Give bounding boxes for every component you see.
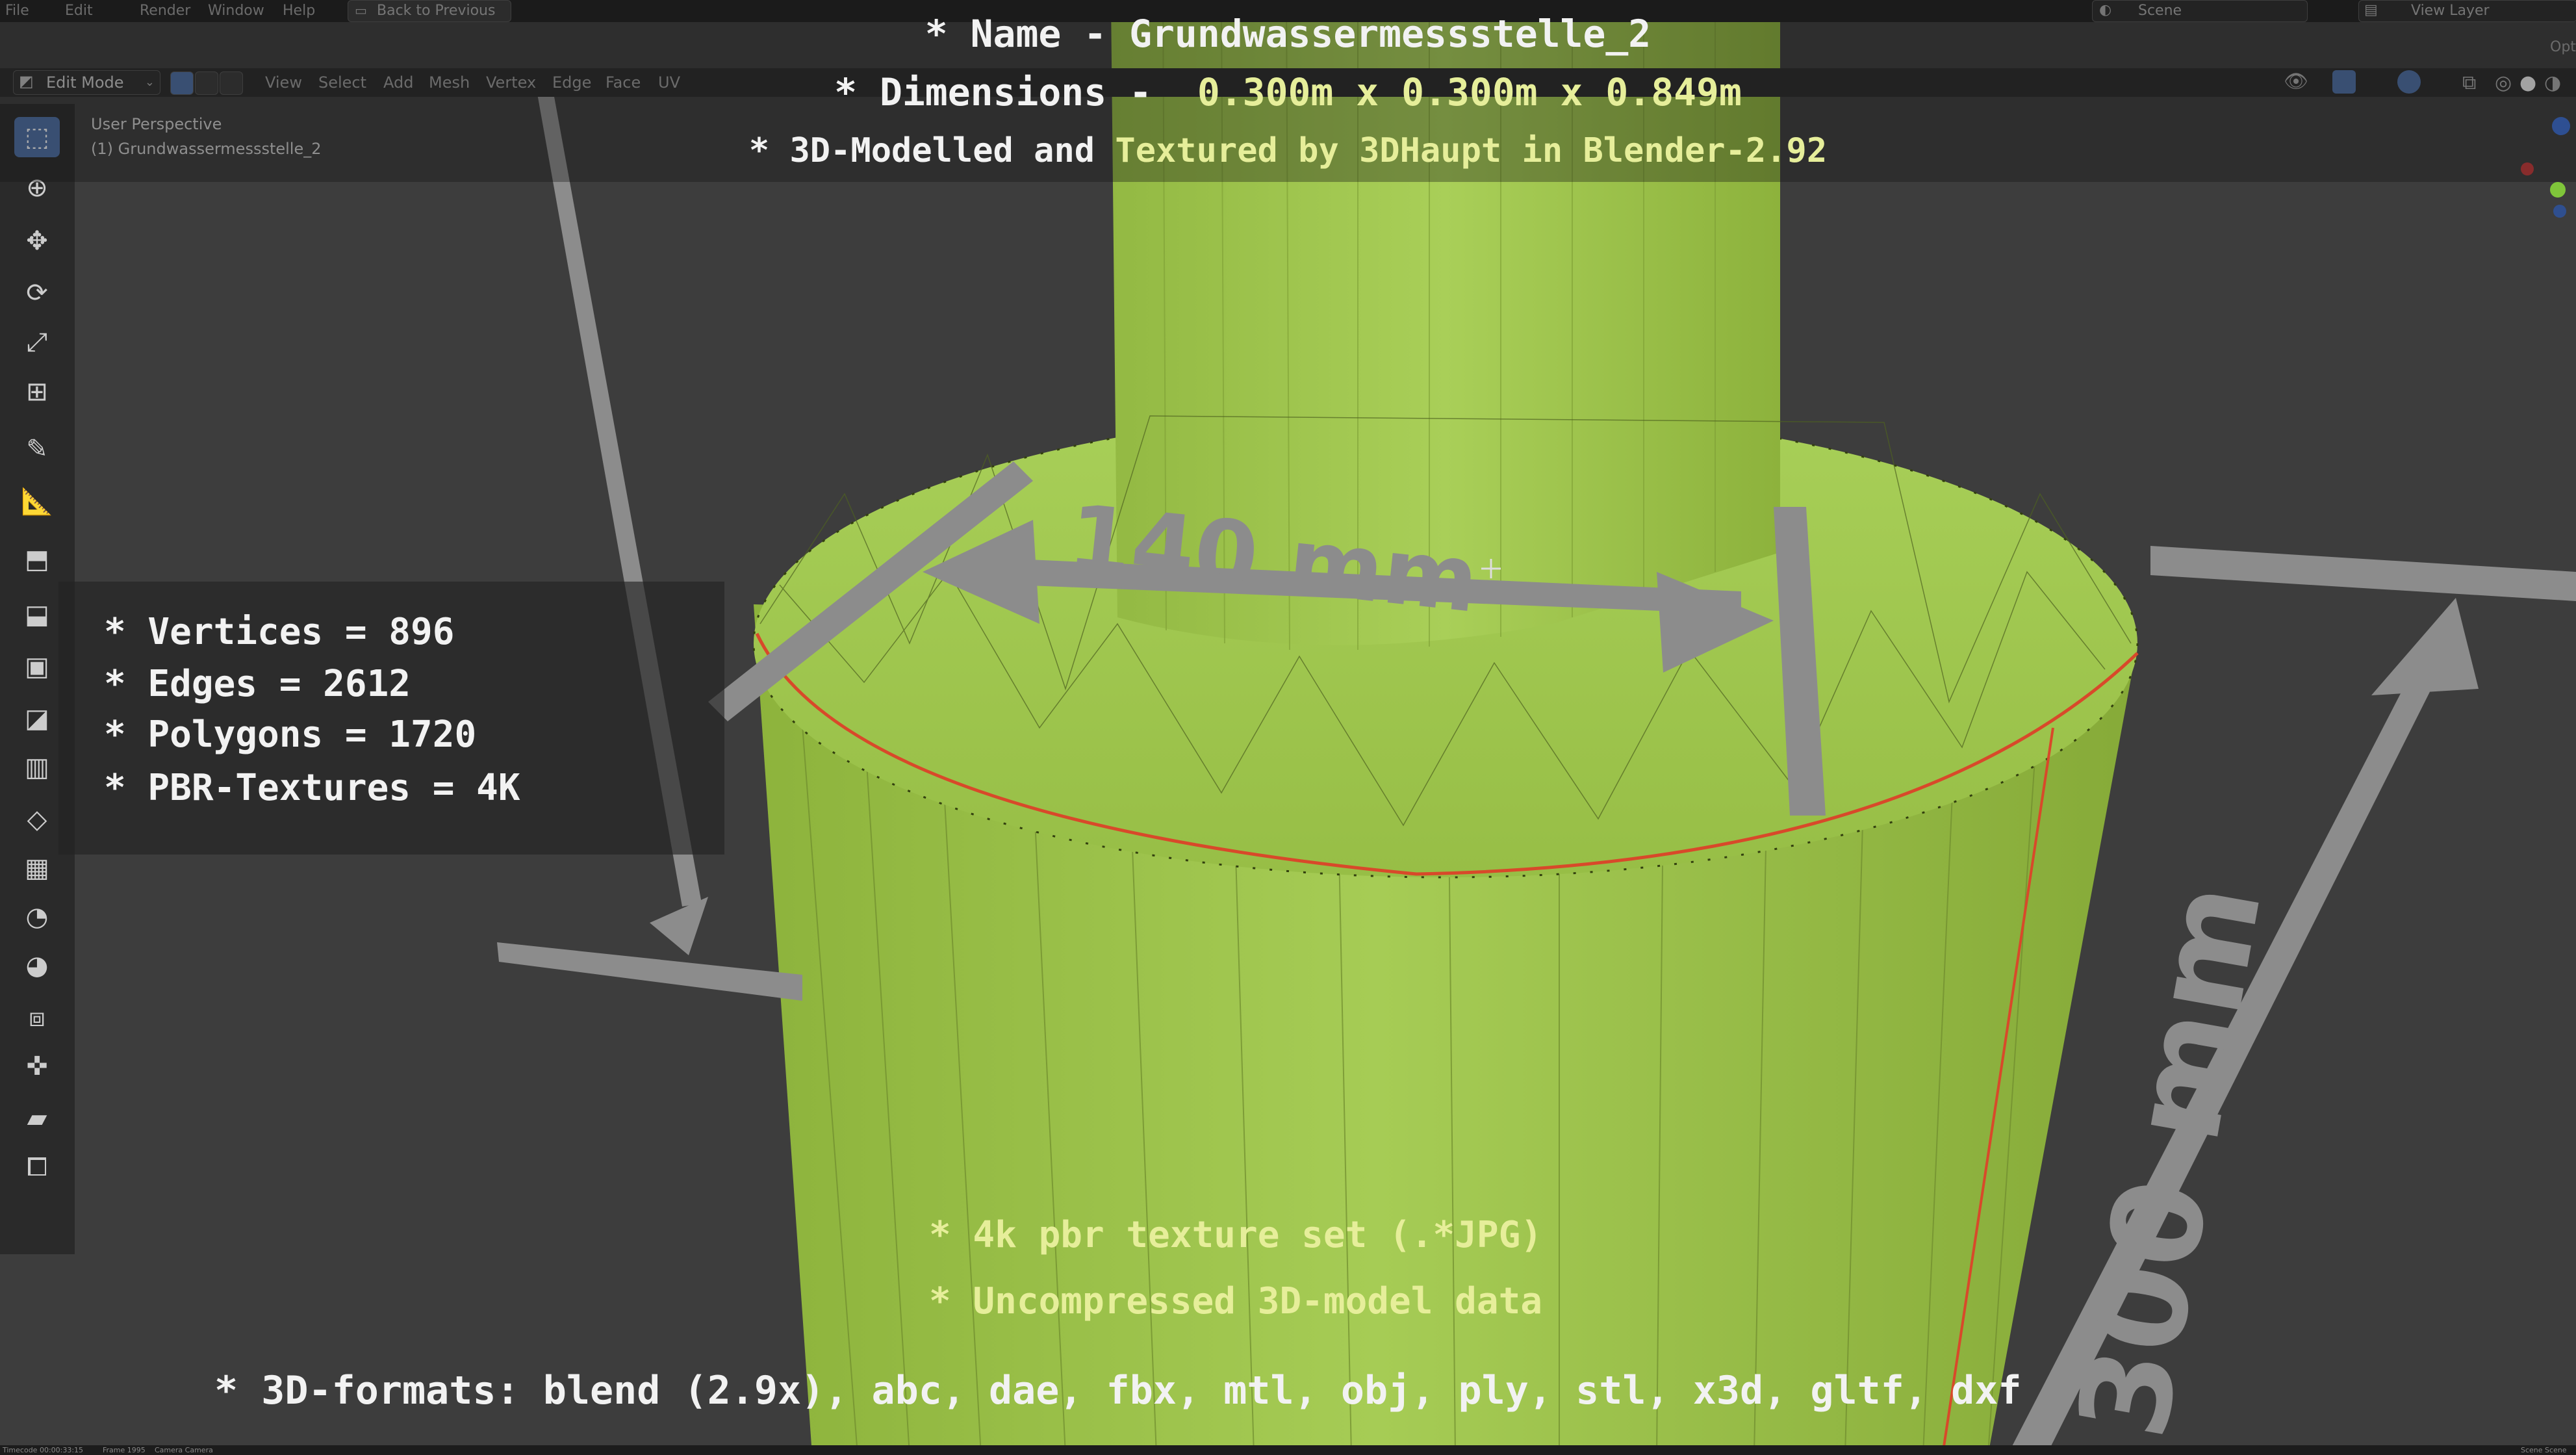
transform-icon[interactable]: ⊞ (14, 372, 60, 412)
dimensions-line: * Dimensions - 0.300m x 0.300m x 0.849m (0, 70, 2576, 114)
texture-set-line: * 4k pbr texture set (.*JPG) (929, 1214, 1543, 1256)
stat-edges: * Edges = 2612 (104, 663, 411, 705)
knife-icon[interactable]: ◇ (14, 799, 60, 840)
dimensions-prefix: * Dimensions - (834, 70, 1197, 114)
gizmo-y-icon[interactable] (2550, 182, 2566, 198)
stat-pbr-textures: * PBR-Textures = 4K (104, 767, 520, 809)
dimensions-values: 0.300m x 0.300m x 0.849m (1197, 70, 1742, 114)
spin-icon[interactable]: ◔ (14, 897, 60, 937)
smooth-icon[interactable]: ◕ (14, 946, 60, 986)
annotate-icon[interactable]: ✎ (14, 429, 60, 469)
credit-line: * 3D-Modelled and Textured by 3DHaupt in… (0, 131, 2576, 170)
rotate-icon[interactable]: ⟳ (14, 273, 60, 313)
stat-vertices: * Vertices = 896 (104, 611, 455, 653)
status-bar (0, 1445, 2576, 1455)
status-frame: Frame 1995 (103, 1446, 146, 1454)
gizmo-neg-z-icon (2553, 205, 2566, 218)
status-camera: Camera Camera (155, 1446, 213, 1454)
shear-icon[interactable]: ▰ (14, 1098, 60, 1139)
measure-icon[interactable]: 📐 (14, 481, 60, 521)
status-scene: Scene Scene (2521, 1446, 2567, 1454)
bevel-icon[interactable]: ◪ (14, 699, 60, 739)
scale-icon[interactable]: ⤢ (14, 322, 60, 363)
shrink-fatten-icon[interactable]: ✜ (14, 1046, 60, 1087)
stat-polygons: * Polygons = 1720 (104, 714, 477, 756)
loop-cut-icon[interactable]: ▥ (14, 747, 60, 788)
extrude-icon[interactable]: ⬓ (14, 595, 60, 635)
credit-highlight: Textured by 3DHaupt in Blender-2.92 (1115, 131, 1828, 170)
status-timecode: Timecode 00:00:33:15 (3, 1446, 84, 1454)
inset-icon[interactable]: ▣ (14, 647, 60, 687)
name-line: * Name - Grundwassermessstelle_2 (925, 12, 1651, 56)
credit-prefix: * 3D-Modelled and (748, 131, 1116, 170)
poly-build-icon[interactable]: ▦ (14, 848, 60, 888)
rip-icon[interactable]: ⧠ (14, 1147, 60, 1187)
uncompressed-data-line: * Uncompressed 3D-model data (929, 1280, 1543, 1322)
move-icon[interactable]: ✥ (14, 221, 60, 261)
edge-slide-icon[interactable]: ⧈ (14, 998, 60, 1038)
add-cube-icon[interactable]: ⬒ (14, 539, 60, 580)
formats-line: * 3D-formats: blend (2.9x), abc, dae, fb… (214, 1368, 2022, 1413)
